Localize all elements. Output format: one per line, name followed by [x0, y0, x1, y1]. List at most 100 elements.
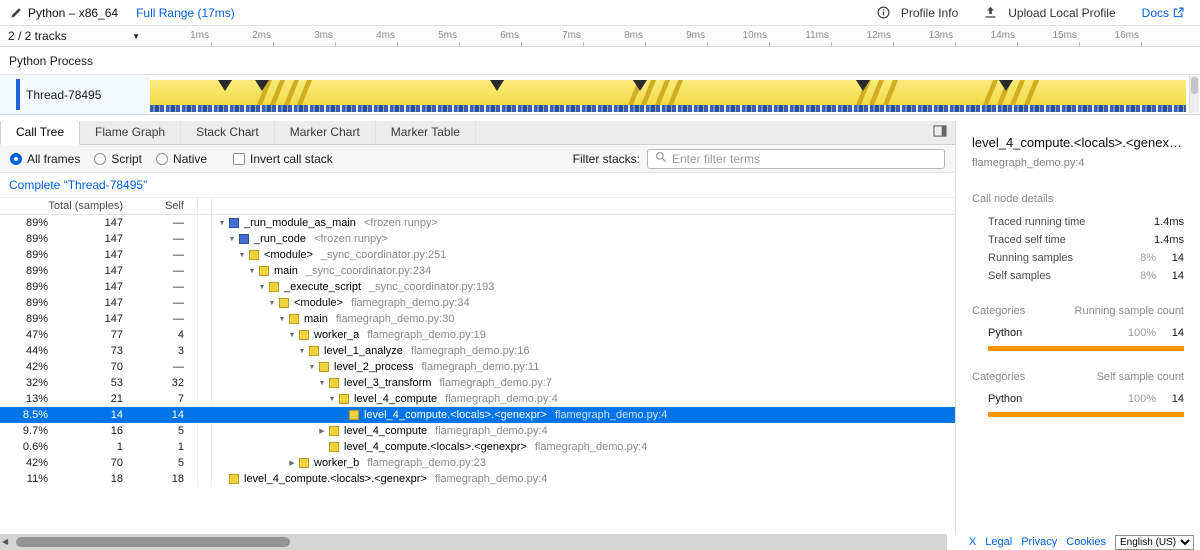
row-self-samples: 1 [125, 441, 197, 453]
marker-hatch-icon [883, 80, 898, 105]
tab-marker-table[interactable]: Marker Table [376, 121, 476, 144]
call-tree-row[interactable]: 89%147—▼<module>flamegraph_demo.py:34 [0, 295, 955, 311]
main-area: Call TreeFlame GraphStack ChartMarker Ch… [0, 121, 1200, 534]
tracks-summary: 2 / 2 tracks [8, 29, 67, 43]
call-tree-row[interactable]: 42%70—▼level_2_processflamegraph_demo.py… [0, 359, 955, 375]
footer-link-legal[interactable]: Legal [985, 536, 1012, 548]
call-tree-row[interactable]: 89%147—▼_execute_script_sync_coordinator… [0, 279, 955, 295]
upload-profile-button[interactable]: Upload Local Profile [984, 6, 1115, 20]
thread-activity-graph[interactable] [150, 75, 1186, 114]
function-name: level_4_compute.<locals>.<genexpr> [244, 473, 427, 485]
collapse-arrow-icon[interactable]: ▼ [276, 316, 288, 323]
row-total-percent: 42% [0, 457, 48, 469]
call-tree-row[interactable]: 89%147—▼mainflamegraph_demo.py:30 [0, 311, 955, 327]
invert-call-stack-checkbox[interactable]: Invert call stack [233, 152, 333, 166]
jank-marker-icon[interactable] [856, 80, 870, 91]
scroll-left-arrow-icon[interactable]: ◀ [2, 535, 8, 549]
collapse-arrow-icon[interactable]: ▼ [316, 380, 328, 387]
call-tree-row[interactable]: 0.6%11level_4_compute.<locals>.<genexpr>… [0, 439, 955, 455]
thread-name: Thread-78495 [26, 88, 101, 102]
edit-profile-name-icon[interactable] [10, 7, 22, 19]
radio-native[interactable]: Native [156, 152, 207, 166]
radio-all-frames[interactable]: All frames [10, 152, 80, 166]
marker-hatch-icon [1023, 80, 1038, 105]
horizontal-scrollbar[interactable]: ◀ [0, 534, 947, 550]
call-node-details: Traced running time1.4msTraced self time… [972, 213, 1184, 285]
timeline-vertical-scrollbar[interactable] [1189, 76, 1199, 113]
call-tree-row[interactable]: 44%733▼level_1_analyzeflamegraph_demo.py… [0, 343, 955, 359]
jank-marker-icon[interactable] [218, 80, 232, 91]
detail-label: Traced self time [988, 234, 1120, 246]
detail-row: Traced self time1.4ms [972, 231, 1184, 249]
collapse-arrow-icon[interactable]: ▼ [296, 348, 308, 355]
call-tree-row[interactable]: 89%147—▼main_sync_coordinator.py:234 [0, 263, 955, 279]
vertical-scrollbar-thumb[interactable] [1191, 77, 1198, 94]
call-tree-row[interactable]: 89%147—▼_run_code<frozen runpy> [0, 231, 955, 247]
expand-arrow-icon[interactable]: ▶ [286, 459, 298, 467]
category-square-icon [269, 282, 279, 292]
call-tree-row[interactable]: 8.5%1414level_4_compute.<locals>.<genexp… [0, 407, 955, 423]
row-total-percent: 9.7% [0, 425, 48, 437]
collapse-arrow-icon[interactable]: ▼ [216, 220, 228, 227]
detail-row: Running samples8%14 [972, 249, 1184, 267]
thread-track-label[interactable]: Thread-78495 [0, 75, 150, 114]
profile-info-button[interactable]: Profile Info [877, 6, 958, 20]
marker-hatch-icon [655, 80, 670, 105]
footer-link-cookies[interactable]: Cookies [1066, 536, 1106, 548]
tab-marker-chart[interactable]: Marker Chart [275, 121, 376, 144]
full-range-link[interactable]: Full Range (17ms) [136, 6, 235, 20]
jank-marker-icon[interactable] [999, 80, 1013, 91]
category-square-icon [309, 346, 319, 356]
column-header-total[interactable]: Total (samples) [0, 200, 125, 212]
call-tree-row[interactable]: 11%1818level_4_compute.<locals>.<genexpr… [0, 471, 955, 487]
footer-link-x[interactable]: X [969, 536, 976, 548]
row-self-samples: — [125, 217, 197, 229]
ruler-tick: 3ms [274, 26, 336, 46]
horizontal-scrollbar-thumb[interactable] [16, 537, 290, 547]
docs-link[interactable]: Docs [1142, 6, 1190, 20]
column-header-self[interactable]: Self [125, 200, 197, 212]
radio-script[interactable]: Script [94, 152, 142, 166]
call-tree-row[interactable]: 47%774▼worker_aflamegraph_demo.py:19 [0, 327, 955, 343]
sidebar-toggle-button[interactable] [933, 121, 947, 144]
function-name: main [274, 265, 298, 277]
row-self-samples: — [125, 249, 197, 261]
marker-hatch-icon [668, 80, 683, 105]
call-tree-row[interactable]: 32%5332▼level_3_transformflamegraph_demo… [0, 375, 955, 391]
filter-input[interactable] [672, 152, 937, 166]
filter-search-box[interactable] [647, 149, 945, 169]
process-track-header[interactable]: Python Process [0, 47, 1200, 75]
collapse-arrow-icon[interactable]: ▼ [246, 268, 258, 275]
call-tree-row[interactable]: 9.7%165▶level_4_computeflamegraph_demo.p… [0, 423, 955, 439]
row-total-samples: 14 [48, 409, 125, 421]
expand-arrow-icon[interactable]: ▶ [316, 427, 328, 435]
call-tree-row[interactable]: 13%217▼level_4_computeflamegraph_demo.py… [0, 391, 955, 407]
collapse-arrow-icon[interactable]: ▼ [256, 284, 268, 291]
collapse-arrow-icon[interactable]: ▼ [226, 236, 238, 243]
language-select[interactable]: English (US) [1115, 535, 1194, 550]
call-tree-row[interactable]: 89%147—▼<module>_sync_coordinator.py:251 [0, 247, 955, 263]
process-label: Python Process [9, 54, 93, 68]
call-tree-row[interactable]: 89%147—▼_run_module_as_main<frozen runpy… [0, 215, 955, 231]
row-self-samples: 32 [125, 377, 197, 389]
jank-marker-icon[interactable] [633, 80, 647, 91]
tab-flame-graph[interactable]: Flame Graph [80, 121, 181, 144]
row-total-percent: 89% [0, 265, 48, 277]
collapse-arrow-icon[interactable]: ▼ [236, 252, 248, 259]
tracks-dropdown[interactable]: 2 / 2 tracks ▼ [0, 26, 150, 46]
jank-marker-icon[interactable] [255, 80, 269, 91]
tab-stack-chart[interactable]: Stack Chart [181, 121, 275, 144]
tab-call-tree[interactable]: Call Tree [0, 121, 80, 145]
source-location: flamegraph_demo.py:30 [336, 313, 455, 325]
category-bar-track [988, 346, 1184, 351]
ruler-tick: 14ms [956, 26, 1018, 46]
collapse-arrow-icon[interactable]: ▼ [286, 332, 298, 339]
collapse-arrow-icon[interactable]: ▼ [306, 364, 318, 371]
jank-marker-icon[interactable] [490, 80, 504, 91]
collapse-arrow-icon[interactable]: ▼ [326, 396, 338, 403]
breadcrumb[interactable]: Complete “Thread-78495” [9, 178, 147, 192]
call-tree-row[interactable]: 42%705▶worker_bflamegraph_demo.py:23 [0, 455, 955, 471]
categories-title: Categories [972, 305, 1025, 317]
footer-link-privacy[interactable]: Privacy [1021, 536, 1057, 548]
collapse-arrow-icon[interactable]: ▼ [266, 300, 278, 307]
